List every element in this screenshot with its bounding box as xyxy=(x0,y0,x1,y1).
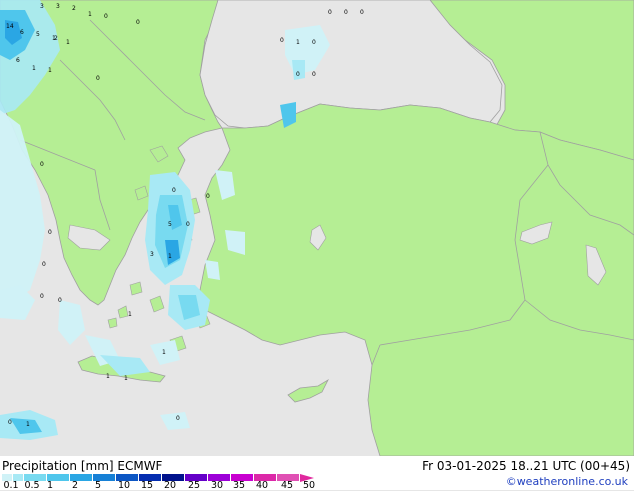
precip-value: 6 xyxy=(20,29,24,36)
precip-value: 1 xyxy=(88,11,92,18)
valid-time-label: Fr 03-01-2025 18..21 UTC (00+45) xyxy=(422,459,630,473)
map-canvas: 143 21 06 500 0 010 00 012161 130503 1000000011 11… xyxy=(0,0,634,457)
precip-value: 0 xyxy=(312,39,316,46)
precip-value: 1 xyxy=(32,65,36,72)
product-label: Precipitation [mm] ECMWF xyxy=(2,459,163,473)
precip-value: 0 xyxy=(280,37,284,44)
precip-value: 0 xyxy=(296,71,300,78)
precip-value: 0 xyxy=(312,71,316,78)
precip-value: 2 xyxy=(54,35,58,42)
legend-tick: 45 xyxy=(280,480,294,491)
legend-tick: 15 xyxy=(140,480,154,491)
precip-value: 1 xyxy=(106,373,110,380)
precip-value: 1 xyxy=(162,349,166,356)
precip-value: 14 xyxy=(6,23,14,30)
precip-value: 0 xyxy=(172,187,176,194)
precip-value: 1 xyxy=(48,67,52,74)
precip-value: 6 xyxy=(16,57,20,64)
precip-value: 1 xyxy=(168,253,172,260)
precip-value: 1 xyxy=(26,421,30,428)
precip-value: 5 xyxy=(36,31,40,38)
precip-value: 0 xyxy=(104,13,108,20)
precip-value: 0 xyxy=(186,221,190,228)
legend-tick: 0.5 xyxy=(24,480,40,491)
precip-value: 0 xyxy=(206,193,210,200)
precip-value: 0 xyxy=(40,161,44,168)
legend-tick: 35 xyxy=(232,480,246,491)
precip-value: 0 xyxy=(42,261,46,268)
precip-value: 3 xyxy=(40,3,44,10)
legend-tick: 0.1 xyxy=(3,480,19,491)
precip-value: 0 xyxy=(96,75,100,82)
credit-link[interactable]: ©weatheronline.co.uk xyxy=(506,475,628,488)
precip-value: 1 xyxy=(296,39,300,46)
legend-tick: 2 xyxy=(71,480,79,491)
precip-value: 5 xyxy=(168,221,172,228)
precip-value: 0 xyxy=(40,293,44,300)
precip-value: 0 xyxy=(328,9,332,16)
legend-tick-labels: 0.1 0.5 1 2 5 10 15 20 25 30 35 40 45 50 xyxy=(0,480,360,491)
precip-value: 3 xyxy=(150,251,154,258)
legend-tick: 10 xyxy=(117,480,131,491)
precip-value: 2 xyxy=(72,5,76,12)
legend-tick: 25 xyxy=(187,480,201,491)
legend-tick: 1 xyxy=(46,480,54,491)
precip-value: 1 xyxy=(66,39,70,46)
legend-tick: 40 xyxy=(255,480,269,491)
precip-value: 0 xyxy=(344,9,348,16)
precip-value: 1 xyxy=(124,375,128,382)
precipitation-map: 14 3 2 1 0 6 5 0 0 0 0 1 0 0 0 0 1 2 1 6 1 1 3 0 5 0 3 1 0 0 0 0 0 0 0 1 1 1 1… xyxy=(0,0,634,457)
footer: Precipitation [mm] ECMWF Fr 03-01-2025 1… xyxy=(0,456,634,491)
legend-tick: 50 xyxy=(302,480,316,491)
precip-value: 0 xyxy=(48,229,52,236)
legend-tick: 30 xyxy=(210,480,224,491)
precip-value: 1 xyxy=(128,311,132,318)
precip-value: 0 xyxy=(360,9,364,16)
precip-value: 0 xyxy=(176,415,180,422)
legend-tick: 5 xyxy=(94,480,102,491)
legend-tick: 20 xyxy=(163,480,177,491)
precip-value: 0 xyxy=(8,419,12,426)
precip-value: 3 xyxy=(56,3,60,10)
precip-value: 0 xyxy=(58,297,62,304)
precip-value: 0 xyxy=(136,19,140,26)
